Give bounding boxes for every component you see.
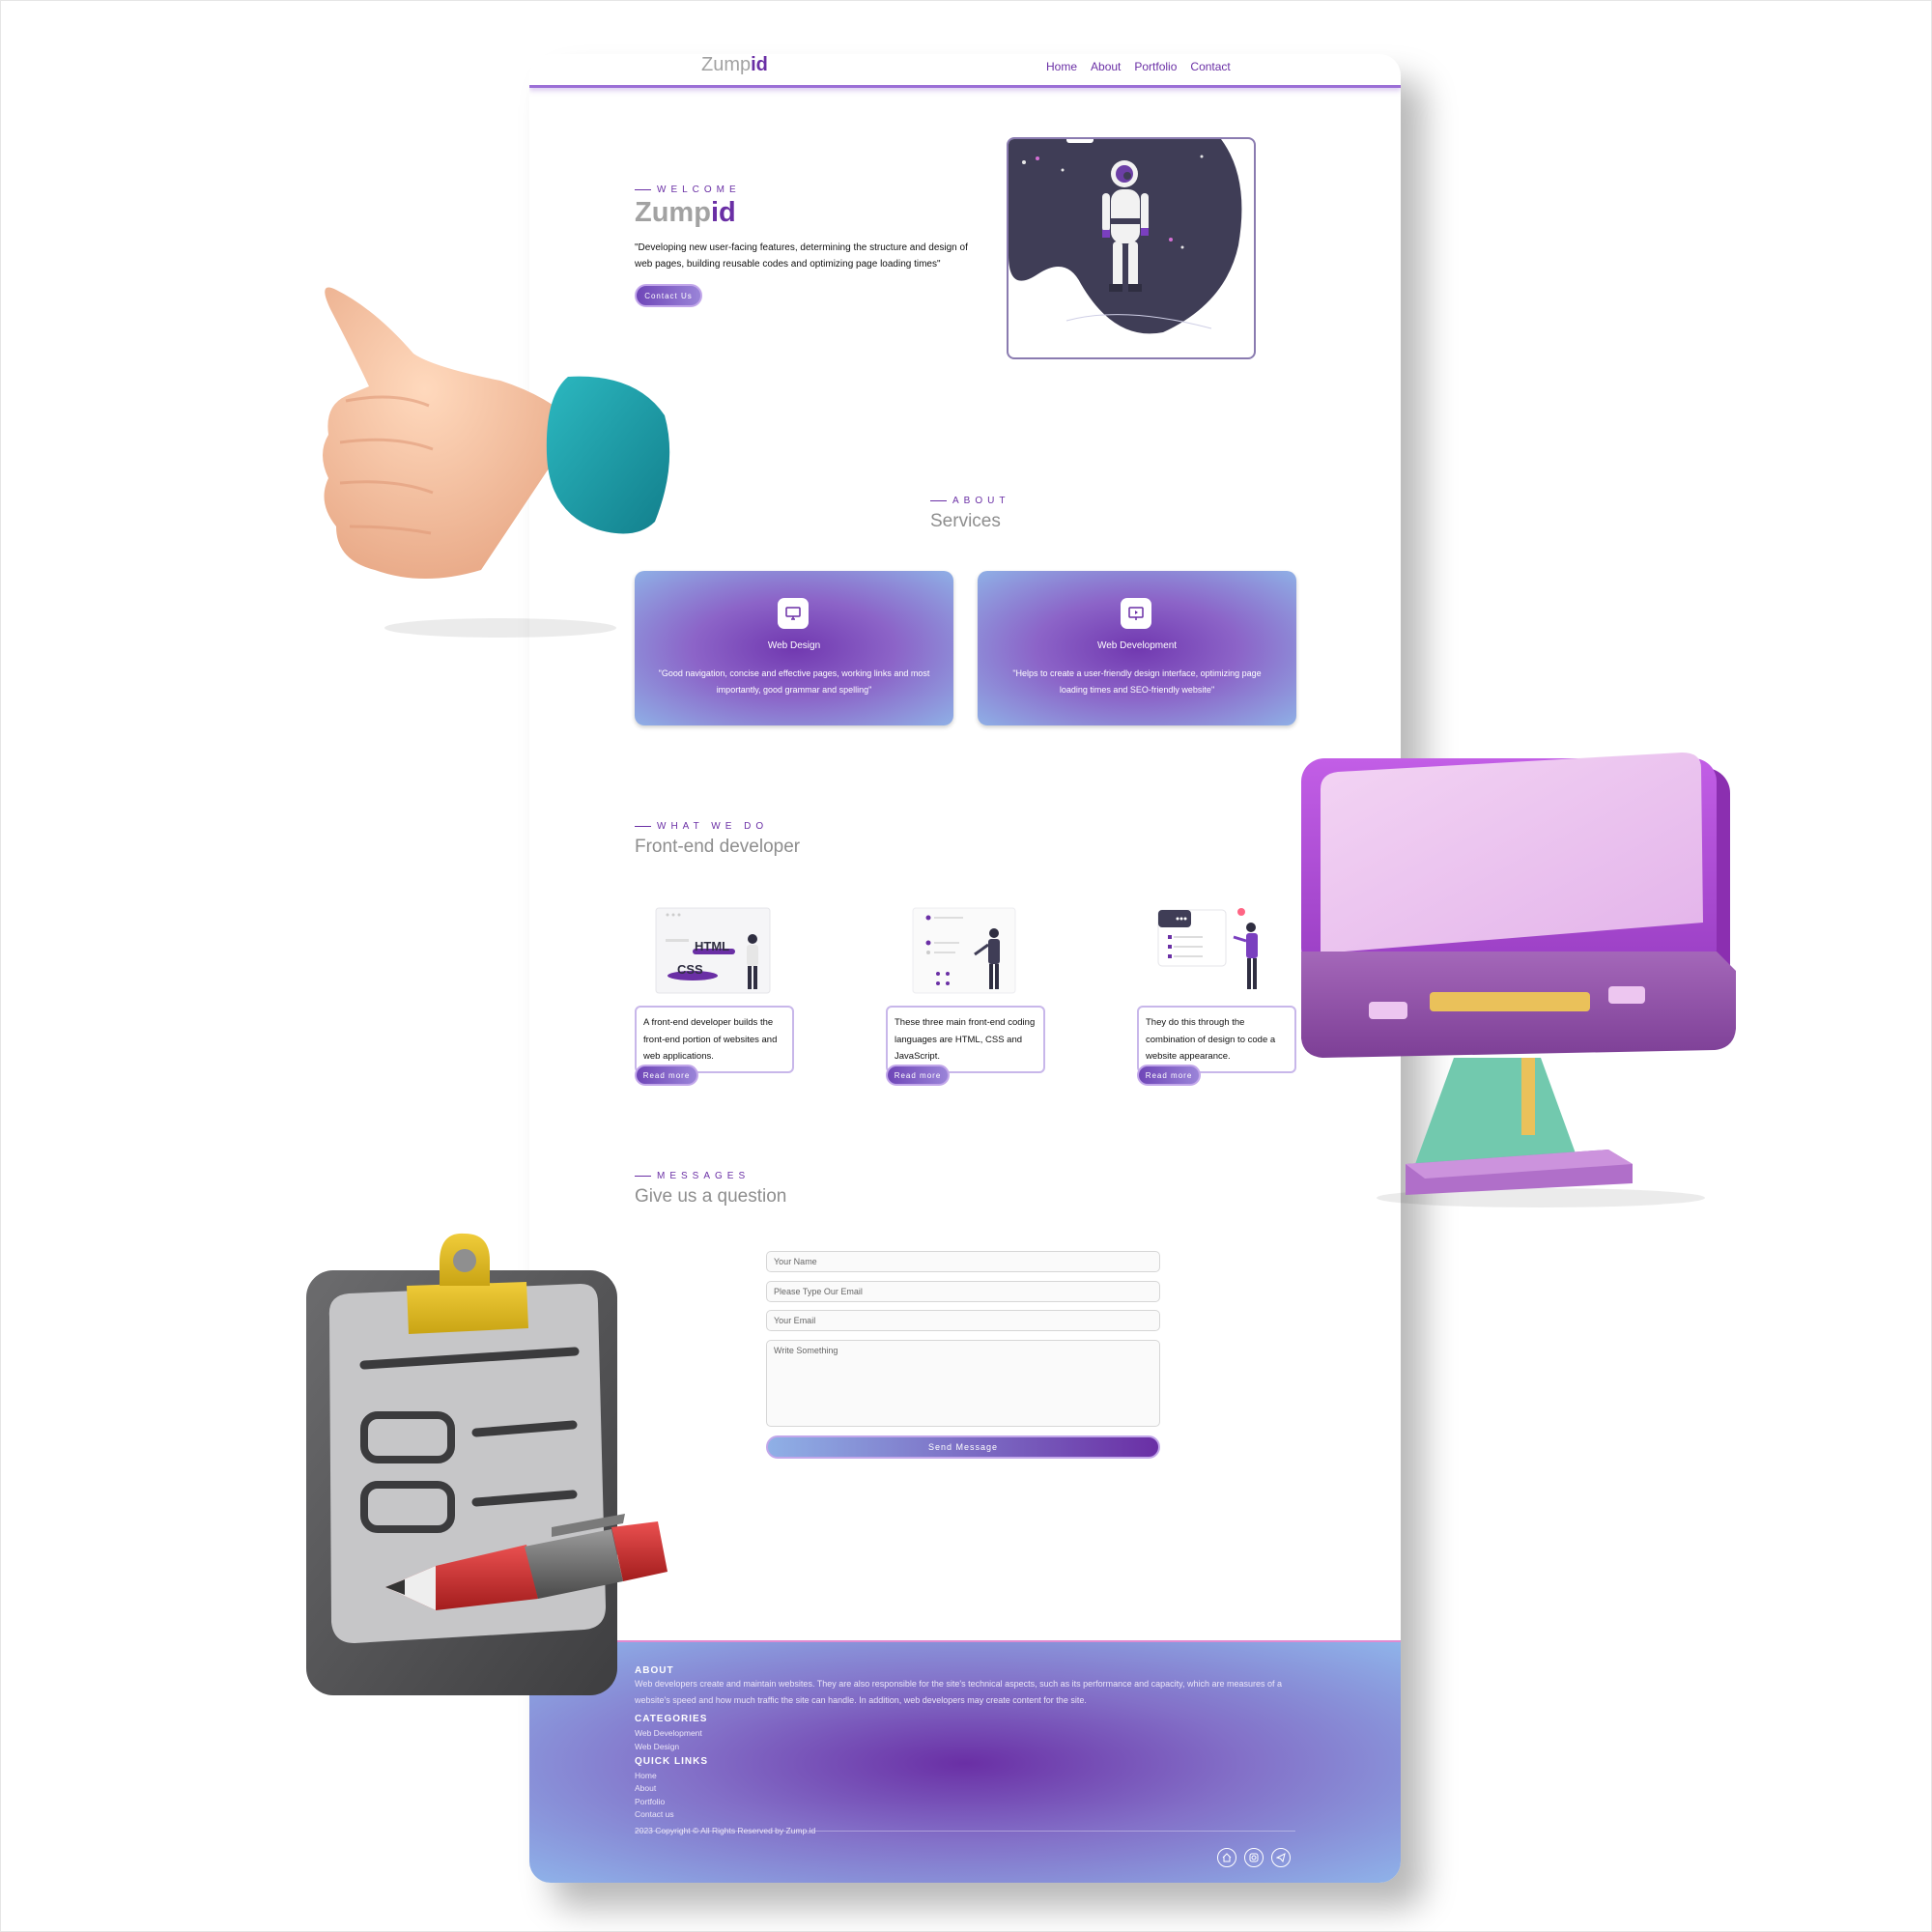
hero-eyebrow: WELCOME xyxy=(635,185,741,195)
about-eyebrow: ABOUT xyxy=(930,496,1009,506)
html-label: HTML xyxy=(695,939,729,953)
css-label: CSS xyxy=(677,962,703,977)
thumbs-up-icon xyxy=(323,287,670,638)
astronaut-illustration xyxy=(1007,137,1256,359)
nav-link-home[interactable]: Home xyxy=(1046,60,1077,73)
footer-link-web-design[interactable]: Web Design xyxy=(635,1742,679,1751)
hero-title: Zumpid xyxy=(635,197,736,229)
footer-link-about[interactable]: About xyxy=(635,1783,656,1793)
design-to-code-illustration xyxy=(1154,904,1276,997)
nav-link-about[interactable]: About xyxy=(1091,60,1121,73)
work-card-3: They do this through the combination of … xyxy=(1137,1006,1296,1073)
coding-languages-illustration xyxy=(903,904,1025,997)
read-more-button[interactable]: Read more xyxy=(635,1065,698,1086)
footer-link-contact-us[interactable]: Contact us xyxy=(635,1809,674,1819)
footer-categories-heading: CATEGORIES xyxy=(635,1714,708,1724)
footer-copyright: 2023 Copyright © All Rights Reserved by … xyxy=(635,1826,816,1835)
presentation-icon xyxy=(1121,598,1151,629)
footer-link-portfolio[interactable]: Portfolio xyxy=(635,1797,665,1806)
instagram-icon[interactable] xyxy=(1244,1848,1264,1867)
monitor-icon xyxy=(778,598,809,629)
messages-eyebrow: MESSAGES xyxy=(635,1171,750,1181)
message-textarea[interactable] xyxy=(766,1340,1160,1427)
read-more-button[interactable]: Read more xyxy=(1137,1065,1201,1086)
html-css-illustration: HTML CSS xyxy=(652,904,774,997)
work-card-1: A front-end developer builds the front-e… xyxy=(635,1006,794,1073)
top-navbar: Zumpid Home About Portfolio Contact xyxy=(529,54,1401,88)
read-more-button[interactable]: Read more xyxy=(886,1065,950,1086)
work-title: Front-end developer xyxy=(635,837,801,857)
messages-title: Give us a question xyxy=(635,1186,787,1207)
work-eyebrow: WHAT WE DO xyxy=(635,821,768,832)
service-title: Web Development xyxy=(1096,640,1178,651)
site-logo[interactable]: Zumpid xyxy=(701,54,768,76)
service-text: "Helps to create a user-friendly design … xyxy=(1012,668,1262,695)
footer-link-home[interactable]: Home xyxy=(635,1771,657,1780)
service-card-web-development: Web Development "Helps to create a user-… xyxy=(978,571,1296,725)
telegram-icon[interactable] xyxy=(1271,1848,1291,1867)
work-card-2: These three main front-end coding langua… xyxy=(886,1006,1045,1073)
clipboard-icon xyxy=(306,1233,668,1695)
email-input[interactable] xyxy=(766,1310,1160,1331)
nav-link-contact[interactable]: Contact xyxy=(1190,60,1230,73)
hero-title-accent: id xyxy=(710,197,736,228)
hero-title-main: Zump xyxy=(635,197,711,228)
logo-accent: id xyxy=(751,54,768,75)
home-icon[interactable] xyxy=(1217,1848,1236,1867)
nav-links: Home About Portfolio Contact xyxy=(1046,60,1231,73)
footer-link-web-development[interactable]: Web Development xyxy=(635,1728,702,1738)
computer-monitor-icon xyxy=(1301,753,1736,1208)
email-type-input[interactable] xyxy=(766,1281,1160,1302)
footer-about-text: Web developers create and maintain websi… xyxy=(635,1679,1283,1705)
hero-description: "Developing new user-facing features, de… xyxy=(635,242,968,270)
nav-link-portfolio[interactable]: Portfolio xyxy=(1134,60,1177,73)
footer-quick-links-heading: QUICK LINKS xyxy=(635,1756,708,1767)
logo-main: Zump xyxy=(701,54,752,75)
send-message-button[interactable]: Send Message xyxy=(766,1435,1160,1459)
name-input[interactable] xyxy=(766,1251,1160,1272)
service-text: "Good navigation, concise and effective … xyxy=(658,668,930,695)
services-title: Services xyxy=(930,511,1001,531)
